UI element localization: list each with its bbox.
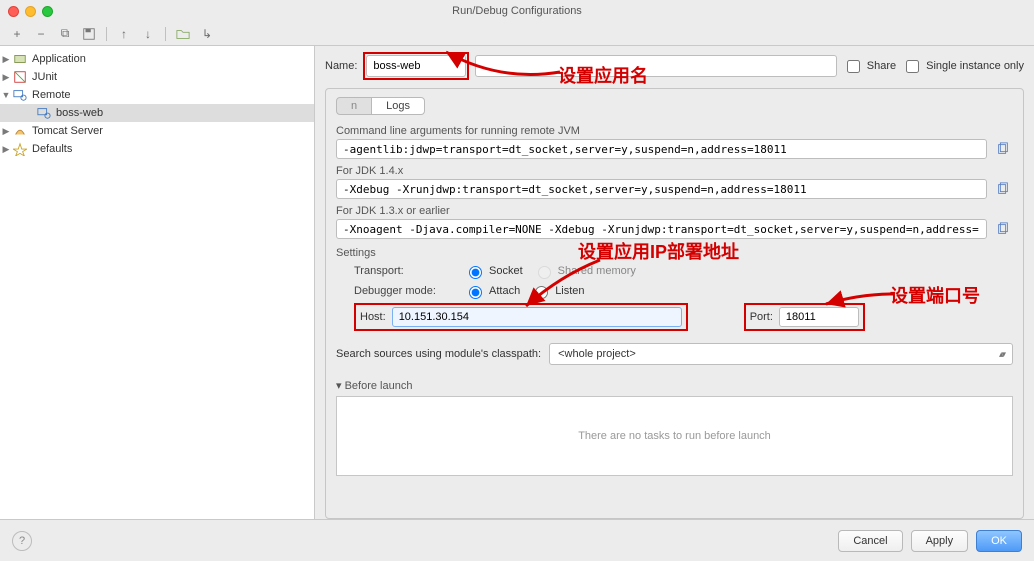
tree-item-junit[interactable]: ▶ JUnit <box>0 68 314 86</box>
config-toolbar: + − ⧉ ↑ ↓ ↳ <box>0 22 1034 46</box>
search-sources-label: Search sources using module's classpath: <box>336 348 541 360</box>
tree-label: boss-web <box>56 107 103 119</box>
single-instance-checkbox[interactable]: Single instance only <box>902 57 1024 76</box>
transport-socket-radio[interactable]: Socket <box>464 263 523 279</box>
cmdline-field[interactable] <box>336 139 987 159</box>
save-button[interactable] <box>80 25 98 43</box>
apply-button[interactable]: Apply <box>911 530 969 552</box>
remote-icon <box>12 88 28 102</box>
copy-icon[interactable] <box>993 219 1013 239</box>
before-launch-empty: There are no tasks to run before launch <box>578 430 771 442</box>
jdk13-label: For JDK 1.3.x or earlier <box>336 205 1013 217</box>
port-label: Port: <box>750 311 773 323</box>
tree-label: Application <box>32 53 86 65</box>
cancel-button[interactable]: Cancel <box>838 530 902 552</box>
tab-configuration[interactable]: n <box>336 97 372 115</box>
collapse-button[interactable]: ↳ <box>198 25 216 43</box>
tree-label: Defaults <box>32 143 72 155</box>
copy-icon[interactable] <box>993 139 1013 159</box>
settings-heading: Settings <box>336 247 1013 259</box>
host-field[interactable] <box>392 307 682 327</box>
move-down-button[interactable]: ↓ <box>139 25 157 43</box>
before-launch-list: There are no tasks to run before launch <box>336 396 1013 476</box>
cmdline-label: Command line arguments for running remot… <box>336 125 1013 137</box>
chevron-updown-icon: ▴▾ <box>999 349 1004 360</box>
window-title: Run/Debug Configurations <box>0 5 1034 17</box>
tree-item-defaults[interactable]: ▶ Defaults <box>0 140 314 158</box>
tree-item-remote-boss-web[interactable]: boss-web <box>0 104 314 122</box>
tree-item-tomcat[interactable]: ▶ Tomcat Server <box>0 122 314 140</box>
tree-item-remote[interactable]: ▼ Remote <box>0 86 314 104</box>
defaults-icon <box>12 142 28 156</box>
share-checkbox[interactable]: Share <box>843 57 896 76</box>
transport-shared-radio: Shared memory <box>533 263 636 279</box>
name-field-tail[interactable] <box>475 55 836 77</box>
tree-item-application[interactable]: ▶ Application <box>0 50 314 68</box>
name-field[interactable] <box>366 55 466 77</box>
remove-button[interactable]: − <box>32 25 50 43</box>
port-field[interactable] <box>779 307 859 327</box>
module-classpath-combo[interactable]: <whole project> ▴▾ <box>549 343 1013 365</box>
copy-button[interactable]: ⧉ <box>56 25 74 43</box>
add-button[interactable]: + <box>8 25 26 43</box>
jdk13-field[interactable] <box>336 219 987 239</box>
application-icon <box>12 52 28 66</box>
jdk14-field[interactable] <box>336 179 987 199</box>
junit-icon <box>12 70 28 84</box>
tree-label: Tomcat Server <box>32 125 103 137</box>
name-label: Name: <box>325 60 357 72</box>
transport-label: Transport: <box>354 265 454 277</box>
jdk14-label: For JDK 1.4.x <box>336 165 1013 177</box>
tab-logs[interactable]: Logs <box>372 97 425 115</box>
ok-button[interactable]: OK <box>976 530 1022 552</box>
titlebar: Run/Debug Configurations <box>0 0 1034 22</box>
help-button[interactable]: ? <box>12 531 32 551</box>
copy-icon[interactable] <box>993 179 1013 199</box>
tree-label: JUnit <box>32 71 57 83</box>
debugger-listen-radio[interactable]: Listen <box>530 283 584 299</box>
config-tree[interactable]: ▶ Application ▶ JUnit ▼ Remote boss-web … <box>0 46 315 519</box>
host-label: Host: <box>360 311 386 323</box>
tomcat-icon <box>12 124 28 138</box>
remote-icon <box>36 106 52 120</box>
folder-button[interactable] <box>174 25 192 43</box>
debugger-attach-radio[interactable]: Attach <box>464 283 520 299</box>
debugger-mode-label: Debugger mode: <box>354 285 454 297</box>
combo-value: <whole project> <box>558 348 636 360</box>
tree-label: Remote <box>32 89 71 101</box>
before-launch-heading[interactable]: ▾ Before launch <box>336 379 1013 392</box>
move-up-button[interactable]: ↑ <box>115 25 133 43</box>
